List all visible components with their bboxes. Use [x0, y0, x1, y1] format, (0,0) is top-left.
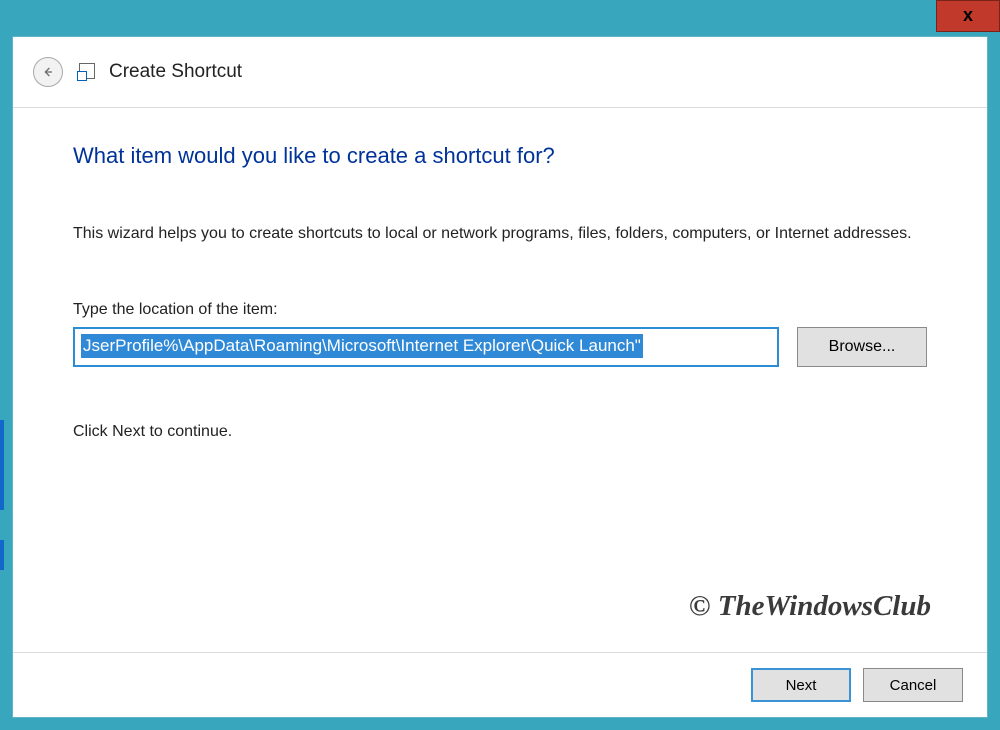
location-input-selection: JserProfile%\AppData\Roaming\Microsoft\I…: [81, 334, 643, 358]
wizard-description: This wizard helps you to create shortcut…: [73, 223, 913, 245]
back-button[interactable]: [33, 57, 63, 87]
location-row: JserProfile%\AppData\Roaming\Microsoft\I…: [73, 327, 927, 367]
cancel-button[interactable]: Cancel: [863, 668, 963, 702]
window-frame: x Create Shortcut What item would you li…: [0, 0, 1000, 730]
close-icon: x: [963, 5, 973, 25]
wizard-title: Create Shortcut: [109, 61, 242, 83]
browse-button[interactable]: Browse...: [797, 327, 927, 367]
location-input[interactable]: JserProfile%\AppData\Roaming\Microsoft\I…: [73, 327, 779, 367]
wizard-panel: Create Shortcut What item would you like…: [12, 36, 988, 718]
wizard-content: What item would you like to create a sho…: [73, 143, 927, 441]
wizard-footer: Next Cancel: [13, 652, 987, 717]
accent-strip: [0, 420, 4, 510]
close-button[interactable]: x: [936, 0, 1000, 32]
watermark: © TheWindowsClub: [689, 590, 931, 623]
location-label: Type the location of the item:: [73, 301, 927, 319]
nav-row: Create Shortcut: [13, 37, 987, 108]
arrow-left-icon: [40, 64, 56, 80]
next-button[interactable]: Next: [751, 668, 851, 702]
continue-hint: Click Next to continue.: [73, 423, 927, 441]
titlebar: x: [0, 0, 1000, 36]
wizard-heading: What item would you like to create a sho…: [73, 143, 927, 169]
shortcut-icon: [77, 63, 95, 81]
accent-strip: [0, 540, 4, 570]
